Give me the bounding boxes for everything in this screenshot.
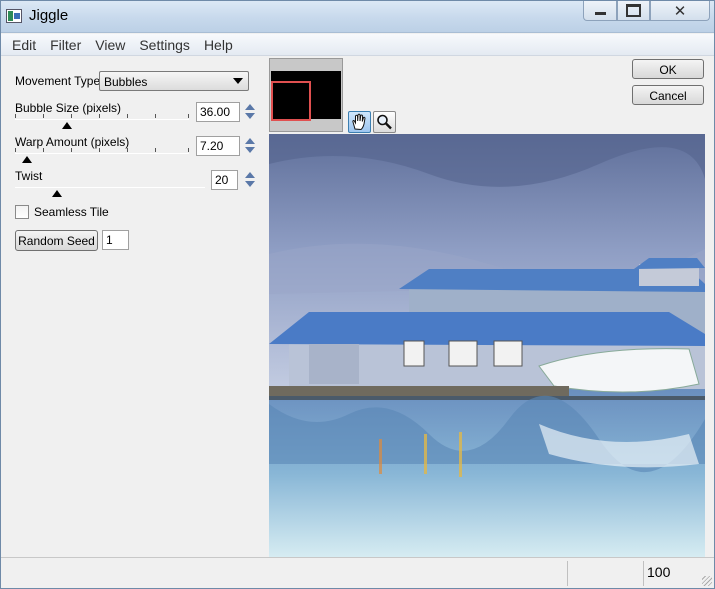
slider-thumb[interactable] [22,156,33,163]
marina-photo [269,134,705,557]
zoom-tool-button[interactable] [373,111,396,133]
seamless-tile-checkbox[interactable] [15,205,29,219]
close-icon: ✕ [673,2,687,20]
hand-icon [352,113,366,131]
cancel-button[interactable]: Cancel [632,85,704,105]
minimize-button[interactable] [583,1,617,21]
jiggle-dialog: Jiggle ✕ Edit Filter View Settings Help … [0,0,715,589]
warp-amount-slider[interactable] [15,147,189,165]
menu-settings[interactable]: Settings [132,34,197,55]
maximize-button[interactable] [617,1,650,21]
controls-panel: Movement Type: Bubbles Bubble Size (pixe… [5,57,267,555]
warp-amount-spinner[interactable] [243,136,257,156]
random-seed-button[interactable]: Random Seed [15,230,98,251]
twist-slider[interactable] [15,181,205,199]
zoom-level: 100 [647,564,671,580]
warp-amount-input[interactable]: 7.20 [196,136,240,156]
hand-tool-button[interactable] [348,111,371,133]
magnifier-icon [377,114,392,130]
title-bar: Jiggle ✕ [1,1,714,33]
resize-grip[interactable] [702,576,712,586]
bubble-size-spinner[interactable] [243,102,257,122]
movement-type-value: Bubbles [104,75,148,89]
menu-help[interactable]: Help [197,34,240,55]
bubble-size-slider[interactable] [15,113,189,131]
movement-type-label: Movement Type: [15,74,104,88]
menu-bar: Edit Filter View Settings Help [1,34,714,56]
status-bar: 100 [1,557,714,588]
chevron-down-icon [233,78,243,84]
navigator-viewport[interactable] [271,81,311,121]
window-title: Jiggle [29,7,69,24]
preview-navigator[interactable] [269,58,343,132]
slider-thumb[interactable] [51,190,62,197]
app-icon [6,9,22,23]
slider-thumb[interactable] [62,122,73,129]
menu-edit[interactable]: Edit [5,34,43,55]
twist-spinner[interactable] [243,170,257,190]
close-button[interactable]: ✕ [650,1,710,21]
seamless-tile-label: Seamless Tile [34,205,109,219]
ok-button[interactable]: OK [632,59,704,79]
menu-filter[interactable]: Filter [43,34,88,55]
random-seed-input[interactable]: 1 [102,230,129,250]
preview-image[interactable] [269,134,705,557]
twist-input[interactable]: 20 [211,170,238,190]
movement-type-select[interactable]: Bubbles [99,71,249,91]
bubble-size-input[interactable]: 36.00 [196,102,240,122]
menu-view[interactable]: View [88,34,132,55]
